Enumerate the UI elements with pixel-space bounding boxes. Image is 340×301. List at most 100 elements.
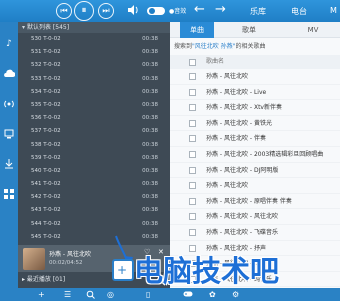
result-checkbox[interactable] bbox=[189, 213, 196, 221]
result-checkbox[interactable] bbox=[189, 197, 196, 205]
track-row[interactable]: 537 T-0-02 00:38 bbox=[18, 125, 170, 138]
track-list: 530 T-0-02 00:38 531 T-0-02 00:38 532 T-0-02… bbox=[18, 33, 170, 244]
cloud-icon[interactable] bbox=[3, 68, 16, 80]
result-checkbox[interactable] bbox=[189, 104, 196, 112]
result-title: 孙燕 - 风往北吹 - 风往北吹 bbox=[206, 213, 278, 221]
result-title: 孙燕 - 风往北吹 - 2003精选辑彩旦回顾唱曲 bbox=[206, 150, 324, 158]
tab-mv[interactable]: MV bbox=[296, 22, 330, 38]
track-row[interactable]: 545 T-0-02 00:38 bbox=[18, 231, 170, 244]
result-row[interactable]: 孙燕 - 风往北吹 - Live bbox=[170, 85, 340, 101]
album-art[interactable] bbox=[23, 248, 45, 270]
result-row[interactable]: 孙燕 - 风往北吹 - Xtv新伴奏 bbox=[170, 100, 340, 116]
result-checkbox[interactable] bbox=[189, 73, 196, 80]
track-row[interactable]: 535 T-0-02 00:38 bbox=[18, 99, 170, 112]
track-row[interactable]: 544 T-0-02 00:38 bbox=[18, 218, 170, 231]
result-row[interactable]: 孙燕 - 风往北吹 - 原唱伴奏 伴奏 bbox=[170, 194, 340, 210]
locate-icon[interactable]: ◎ bbox=[107, 290, 114, 299]
track-row[interactable]: 533 T-0-02 00:38 bbox=[18, 73, 170, 86]
result-checkbox[interactable] bbox=[189, 228, 196, 236]
track-duration: 00:38 bbox=[142, 233, 158, 240]
drag-add-icon: + bbox=[112, 259, 134, 281]
track-duration: 00:38 bbox=[142, 220, 158, 227]
track-name: 539 T-0-02 bbox=[31, 154, 61, 161]
tab-more[interactable]: M bbox=[330, 6, 337, 15]
track-row[interactable]: 540 T-0-02 00:38 bbox=[18, 165, 170, 178]
track-name: 544 T-0-02 bbox=[31, 220, 61, 227]
result-tabs: 单曲 歌单 MV bbox=[170, 22, 340, 38]
watermark: 电脑技术吧 bbox=[134, 254, 280, 288]
result-row[interactable]: 孙燕 - 风往北吹 bbox=[170, 69, 340, 85]
sound-effect-toggle[interactable] bbox=[147, 7, 165, 15]
device-icon[interactable] bbox=[3, 128, 15, 140]
track-row[interactable]: 531 T-0-02 00:38 bbox=[18, 46, 170, 59]
result-row[interactable]: 孙燕 - 风往北吹 - 2003精选辑彩旦回顾唱曲 bbox=[170, 147, 340, 163]
track-duration: 00:38 bbox=[142, 75, 158, 82]
track-row[interactable]: 536 T-0-02 00:38 bbox=[18, 112, 170, 125]
result-checkbox[interactable] bbox=[189, 182, 196, 190]
forward-arrow-icon[interactable]: → bbox=[215, 3, 226, 17]
phone-icon[interactable]: ▯ bbox=[146, 290, 150, 299]
track-row[interactable]: 541 T-0-02 00:38 bbox=[18, 178, 170, 191]
result-checkbox[interactable] bbox=[189, 135, 196, 143]
track-row[interactable]: 539 T-0-02 00:38 bbox=[18, 152, 170, 165]
result-row[interactable]: 孙燕 - 风往北吹 - 伴奏 bbox=[170, 131, 340, 147]
back-arrow-icon[interactable]: ← bbox=[194, 3, 205, 17]
track-row[interactable]: 534 T-0-02 00:38 bbox=[18, 86, 170, 99]
column-song-name[interactable]: 歌曲名 bbox=[206, 55, 224, 69]
track-duration: 00:38 bbox=[142, 88, 158, 95]
select-all-checkbox[interactable] bbox=[189, 58, 196, 66]
settings-icon[interactable]: ⚙ bbox=[232, 290, 239, 299]
gamepad-icon[interactable] bbox=[183, 290, 193, 300]
result-title: 孙燕 - 风往北吹 - Xtv新伴奏 bbox=[206, 104, 282, 112]
next-button[interactable]: ⏭ bbox=[98, 3, 114, 19]
tab-library[interactable]: 乐库 bbox=[250, 6, 266, 17]
track-name: 532 T-0-02 bbox=[31, 62, 61, 69]
sound-effect-label: ●音效 bbox=[169, 8, 187, 15]
search-keyword: "风往北吹 孙燕" bbox=[192, 43, 236, 50]
tab-playlists[interactable]: 歌单 bbox=[232, 22, 266, 38]
tab-songs[interactable]: 单曲 bbox=[180, 22, 214, 38]
tab-radio[interactable]: 电台 bbox=[291, 6, 307, 17]
track-name: 534 T-0-02 bbox=[31, 88, 61, 95]
result-checkbox[interactable] bbox=[189, 88, 196, 96]
apps-icon[interactable] bbox=[3, 188, 15, 200]
music-note-icon[interactable]: ♪ bbox=[3, 38, 15, 50]
result-row[interactable]: 孙燕 - 风往北吹 - 风往北吹 bbox=[170, 209, 340, 225]
track-row[interactable]: 542 T-0-02 00:38 bbox=[18, 191, 170, 204]
volume-icon[interactable] bbox=[127, 5, 139, 18]
download-icon[interactable] bbox=[3, 158, 15, 170]
previous-button[interactable]: ⏮ bbox=[56, 3, 72, 19]
track-name: 545 T-0-02 bbox=[31, 233, 61, 240]
track-name: 531 T-0-02 bbox=[31, 49, 61, 56]
playlist-title: 默认列表 [545] bbox=[27, 24, 70, 31]
previous-icon: ⏮ bbox=[60, 6, 68, 15]
result-title: 孙燕 - 风往北吹 - 原唱伴奏 伴奏 bbox=[206, 197, 292, 205]
skin-icon[interactable]: ✿ bbox=[209, 290, 216, 299]
list-icon[interactable]: ☰ bbox=[64, 290, 71, 299]
result-row[interactable]: 孙燕 - 风往北吹 bbox=[170, 178, 340, 194]
search-results-panel: 单曲 歌单 MV 搜索到"风往北吹 孙燕"的相关歌曲 歌曲名 孙燕 - 风往北吹… bbox=[170, 22, 340, 288]
pause-button[interactable]: ⏸ bbox=[74, 1, 94, 21]
result-checkbox[interactable] bbox=[189, 244, 196, 252]
radio-icon[interactable] bbox=[3, 98, 15, 110]
track-row[interactable]: 543 T-0-02 00:38 bbox=[18, 204, 170, 217]
result-row[interactable]: 孙燕 - 风往北吹 - 飞碟音乐 bbox=[170, 225, 340, 241]
result-row[interactable]: 孙燕 - 风往北吹 - DJ阿明版 bbox=[170, 163, 340, 179]
result-checkbox[interactable] bbox=[189, 166, 196, 174]
result-checkbox[interactable] bbox=[189, 150, 196, 158]
add-icon[interactable]: + bbox=[38, 290, 45, 299]
track-duration: 00:38 bbox=[142, 128, 158, 135]
result-row[interactable]: 孙燕 - 风往北吹 - 黄铁光 bbox=[170, 116, 340, 132]
track-name: 530 T-0-02 bbox=[31, 36, 61, 42]
result-checkbox[interactable] bbox=[189, 119, 196, 127]
track-duration: 00:38 bbox=[142, 181, 158, 188]
search-icon[interactable] bbox=[86, 290, 95, 301]
track-row[interactable]: 538 T-0-02 00:38 bbox=[18, 139, 170, 152]
now-playing-title: 孙燕 - 风往北吹 bbox=[49, 251, 91, 258]
track-name: 540 T-0-02 bbox=[31, 167, 61, 174]
track-name: 542 T-0-02 bbox=[31, 194, 61, 201]
track-row[interactable]: 532 T-0-02 00:38 bbox=[18, 59, 170, 72]
playlist-header[interactable]: ▾ 默认列表 [545] bbox=[18, 22, 170, 33]
track-row[interactable]: 530 T-0-02 00:38 bbox=[18, 33, 170, 46]
search-suffix: 的相关歌曲 bbox=[235, 43, 266, 50]
